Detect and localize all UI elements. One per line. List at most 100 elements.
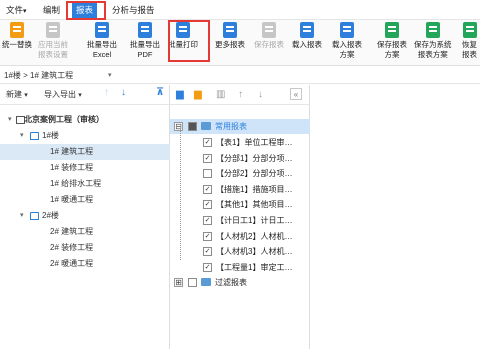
- report-item[interactable]: ✓ 【措施1】措施项目…: [170, 182, 310, 197]
- menu-file-label: 文件: [6, 5, 24, 15]
- group-checkbox[interactable]: [188, 122, 197, 131]
- report-group-filter[interactable]: ⊞ 过滤报表: [170, 275, 310, 290]
- report-checkbox[interactable]: [203, 169, 212, 179]
- report-checkbox[interactable]: ✓: [203, 184, 212, 194]
- menu-file-caret-icon: ▾: [23, 8, 27, 15]
- report-checkbox[interactable]: ✓: [203, 231, 212, 241]
- report-item[interactable]: 【分部2】分部分项…: [170, 166, 310, 181]
- delete-icon[interactable]: ▥: [216, 89, 225, 100]
- tree-node-label: 2#楼: [42, 211, 59, 220]
- report-up-icon[interactable]: ↑: [238, 89, 243, 100]
- report-toolbar: ▆ ▆ ▥ ↑ ↓ «: [170, 85, 310, 105]
- ribbon-button-label: 统一替换: [2, 40, 32, 49]
- ribbon-button-sublabel: Excel: [92, 50, 112, 59]
- tree-node[interactable]: 1# 装修工程: [0, 160, 170, 176]
- ribbon-button-5[interactable]: 更多报表: [215, 22, 245, 50]
- report-item[interactable]: ✓ 【人材机2】人材机…: [170, 229, 310, 244]
- tree-node[interactable]: ▾ 2#楼: [0, 208, 170, 224]
- report-folder-icon[interactable]: ▆: [176, 89, 184, 100]
- ribbon-button-sublabel: PDF: [137, 50, 153, 59]
- ribbon-button-3[interactable]: 批量导出 PDF: [130, 22, 160, 60]
- import-export-button[interactable]: 导入导出 ▾: [44, 89, 82, 100]
- ribbon-button-10[interactable]: 保存为系统 报表方案: [414, 22, 452, 60]
- collapse-panel-icon[interactable]: «: [290, 88, 302, 100]
- report-item-label: 【工程量1】审定工…: [216, 262, 293, 272]
- tree-node[interactable]: 1# 给排水工程: [0, 176, 170, 192]
- ribbon-button-sublabel: 报表设置: [38, 50, 68, 59]
- tree-node[interactable]: ▾ 1#楼: [0, 128, 170, 144]
- report-item[interactable]: ✓ 【人材机3】人材机…: [170, 244, 310, 259]
- tree-node[interactable]: 2# 暖通工程: [0, 256, 170, 272]
- report-item-label: 【计日工1】计日工…: [216, 216, 293, 225]
- ribbon-button-label: 批量导出: [87, 40, 117, 49]
- breadcrumb-text: 1#楼 > 1# 建筑工程: [4, 71, 74, 80]
- pdf-export-icon: [138, 22, 152, 38]
- report-item[interactable]: ✓ 【表1】单位工程审…: [170, 135, 310, 150]
- print-button-highlight: [168, 20, 210, 62]
- import-export-label: 导入导出: [44, 90, 76, 99]
- ribbon-button-7[interactable]: 载入报表: [292, 22, 322, 50]
- report-group-folder-icon: [201, 122, 211, 130]
- project-tree-panel: 新建 ▾ 导入导出 ▾ ↑ ↓ ⊼ ▾ 北京案例工程（审核） ▾ 1#楼 1# 建筑工程…: [0, 85, 170, 349]
- report-item-label: 【表1】单位工程审…: [216, 138, 293, 147]
- tree-node[interactable]: 2# 装修工程: [0, 240, 170, 256]
- ribbon-button-label: 更多报表: [215, 40, 245, 49]
- report-checkbox[interactable]: ✓: [203, 200, 212, 210]
- menu-edit[interactable]: 编制: [43, 4, 60, 17]
- save-system-scheme-icon: [425, 22, 440, 38]
- tree-node[interactable]: 1# 建筑工程: [0, 144, 170, 160]
- collapse-group-icon[interactable]: ⊟: [174, 122, 183, 131]
- report-preview-area: [311, 85, 480, 349]
- new-folder-icon[interactable]: ▆: [194, 89, 202, 100]
- breadcrumb[interactable]: 1#楼 > 1# 建筑工程 ▾: [0, 68, 480, 84]
- building-icon: [30, 132, 39, 140]
- report-checkbox[interactable]: ✓: [203, 153, 212, 163]
- report-item[interactable]: ✓ 【工程量1】审定工…: [170, 260, 310, 275]
- load-scheme-icon: [340, 22, 354, 38]
- new-button-label: 新建: [6, 90, 22, 99]
- move-down-icon[interactable]: ↓: [121, 87, 126, 98]
- report-down-icon[interactable]: ↓: [258, 89, 263, 100]
- report-item[interactable]: ✓ 【分部1】分部分项…: [170, 151, 310, 166]
- excel-export-icon: [95, 22, 109, 38]
- tree-node[interactable]: 2# 建筑工程: [0, 224, 170, 240]
- ribbon-button-2[interactable]: 批量导出 Excel: [87, 22, 117, 60]
- tree-node[interactable]: ▾ 北京案例工程（审核）: [0, 112, 170, 128]
- building-icon: [30, 212, 39, 220]
- tree-node[interactable]: 1# 暖通工程: [0, 192, 170, 208]
- report-group-folder-icon: [201, 278, 211, 286]
- report-item[interactable]: ✓ 【计日工1】计日工…: [170, 213, 310, 228]
- tree-toolbar: 新建 ▾ 导入导出 ▾ ↑ ↓ ⊼: [0, 85, 170, 105]
- expand-group-icon[interactable]: ⊞: [174, 278, 183, 287]
- restore-icon: [462, 22, 477, 38]
- ribbon-button-6[interactable]: 保存报表: [254, 22, 284, 50]
- ribbon-button-8[interactable]: 载入报表 方案: [332, 22, 362, 60]
- ribbon-button-label: 应用当前: [38, 40, 68, 49]
- move-up-icon[interactable]: ↑: [104, 87, 109, 98]
- report-item-label: 【其他1】其他项目…: [216, 200, 293, 210]
- menu-analysis-report[interactable]: 分析与报告: [112, 4, 155, 17]
- report-item[interactable]: ✓ 【其他1】其他项目…: [170, 197, 310, 212]
- report-group-label: 过滤报表: [215, 278, 247, 287]
- group-checkbox[interactable]: [188, 278, 197, 287]
- report-checkbox[interactable]: ✓: [203, 262, 212, 272]
- pin-icon[interactable]: ⊼: [156, 87, 164, 98]
- ribbon-button-0[interactable]: 统一替换: [2, 22, 32, 50]
- tree-toggle-icon[interactable]: ▾: [20, 128, 24, 144]
- report-group-common[interactable]: ⊟ 常用报表: [170, 119, 310, 134]
- tree-toggle-icon[interactable]: ▾: [8, 112, 12, 128]
- report-checkbox[interactable]: ✓: [203, 247, 212, 257]
- ribbon-button-label: 载入报表: [332, 40, 362, 49]
- ribbon-button-9[interactable]: 保存报表 方案: [377, 22, 407, 60]
- ribbon-button-11[interactable]: 恢复 报表: [462, 22, 477, 60]
- ribbon-button-label: 保存为系统: [414, 40, 452, 49]
- ribbon-button-1[interactable]: 应用当前 报表设置: [38, 22, 68, 60]
- report-group-label: 常用报表: [215, 122, 247, 131]
- report-checkbox[interactable]: ✓: [203, 216, 212, 225]
- report-item-label: 【分部1】分部分项…: [216, 153, 293, 163]
- new-button[interactable]: 新建 ▾: [6, 89, 28, 100]
- report-checkbox[interactable]: ✓: [203, 138, 212, 147]
- load-report-icon: [300, 22, 314, 38]
- tree-toggle-icon[interactable]: ▾: [20, 208, 24, 224]
- menu-file[interactable]: 文件▾: [6, 4, 27, 17]
